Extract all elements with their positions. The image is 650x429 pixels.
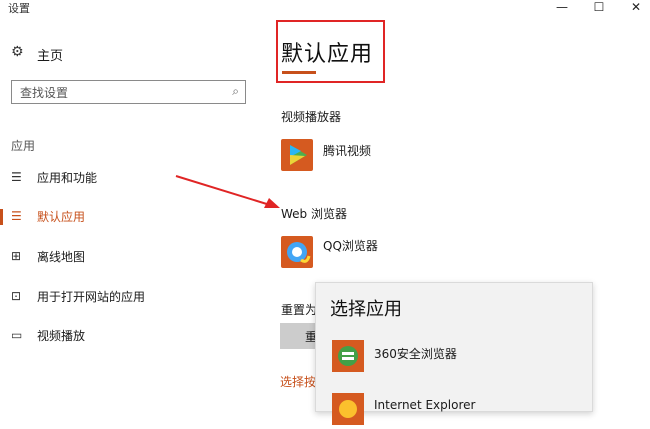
sidebar-item-label: 用于打开网站的应用 <box>37 290 146 304</box>
sidebar-item-video-playback[interactable]: ▭ 视频播放 <box>0 320 250 352</box>
search-placeholder: 查找设置 <box>20 86 69 100</box>
search-icon[interactable]: ⌕ <box>232 84 239 99</box>
choose-defaults-link[interactable]: 选择按 <box>280 373 316 390</box>
map-icon: ⊞ <box>11 249 22 263</box>
page-title: 默认应用 <box>281 42 374 67</box>
minimize-button[interactable]: — <box>546 0 578 14</box>
open-website-icon: ⊡ <box>11 289 22 303</box>
window-title: 设置 <box>8 2 30 15</box>
active-indicator <box>0 209 3 225</box>
apps-features-icon: ☰ <box>11 170 22 184</box>
section-heading: 应用 <box>11 139 36 153</box>
choose-app-flyout: 选择应用 360安全浏览器 Internet Explorer <box>315 282 593 425</box>
flyout-item-label: Internet Explorer <box>374 398 476 412</box>
reset-label: 重置为 <box>281 303 318 317</box>
home-link[interactable]: 主页 <box>37 45 63 64</box>
tencent-video-icon <box>281 139 313 171</box>
flyout-title: 选择应用 <box>330 299 402 320</box>
video-icon: ▭ <box>11 328 23 342</box>
flyout-item-label: 360安全浏览器 <box>374 347 457 361</box>
arrow-shaft <box>175 175 271 206</box>
annotation-arrow <box>175 175 280 208</box>
search-input[interactable]: 查找设置 ⌕ <box>11 80 246 104</box>
sidebar-item-label: 默认应用 <box>37 210 86 224</box>
gear-icon: ⚙ <box>11 44 24 60</box>
web-browser-app-name: QQ浏览器 <box>323 239 378 253</box>
flyout-item-internet-explorer[interactable]: Internet Explorer <box>332 393 582 429</box>
internet-explorer-icon <box>332 393 364 425</box>
qq-browser-icon <box>281 236 313 268</box>
sidebar-item-label: 视频播放 <box>37 329 86 343</box>
flyout-item-360-browser[interactable]: 360安全浏览器 <box>332 340 582 376</box>
sidebar-item-label: 离线地图 <box>37 250 86 264</box>
title-underline <box>282 71 316 74</box>
web-browser-heading: Web 浏览器 <box>281 207 347 221</box>
maximize-button[interactable]: ☐ <box>583 0 615 14</box>
default-apps-icon: ☰ <box>11 209 22 223</box>
360-browser-icon <box>332 340 364 372</box>
sidebar-item-open-websites[interactable]: ⊡ 用于打开网站的应用 <box>0 281 250 313</box>
sidebar-item-label: 应用和功能 <box>37 171 98 185</box>
video-player-app-name: 腾讯视频 <box>323 144 372 158</box>
web-browser-app-button[interactable]: QQ浏览器 <box>281 236 481 270</box>
close-button[interactable]: ✕ <box>620 0 650 14</box>
video-player-heading: 视频播放器 <box>281 110 342 124</box>
sidebar-item-offline-maps[interactable]: ⊞ 离线地图 <box>0 241 250 273</box>
video-player-app-button[interactable]: 腾讯视频 <box>281 139 481 173</box>
